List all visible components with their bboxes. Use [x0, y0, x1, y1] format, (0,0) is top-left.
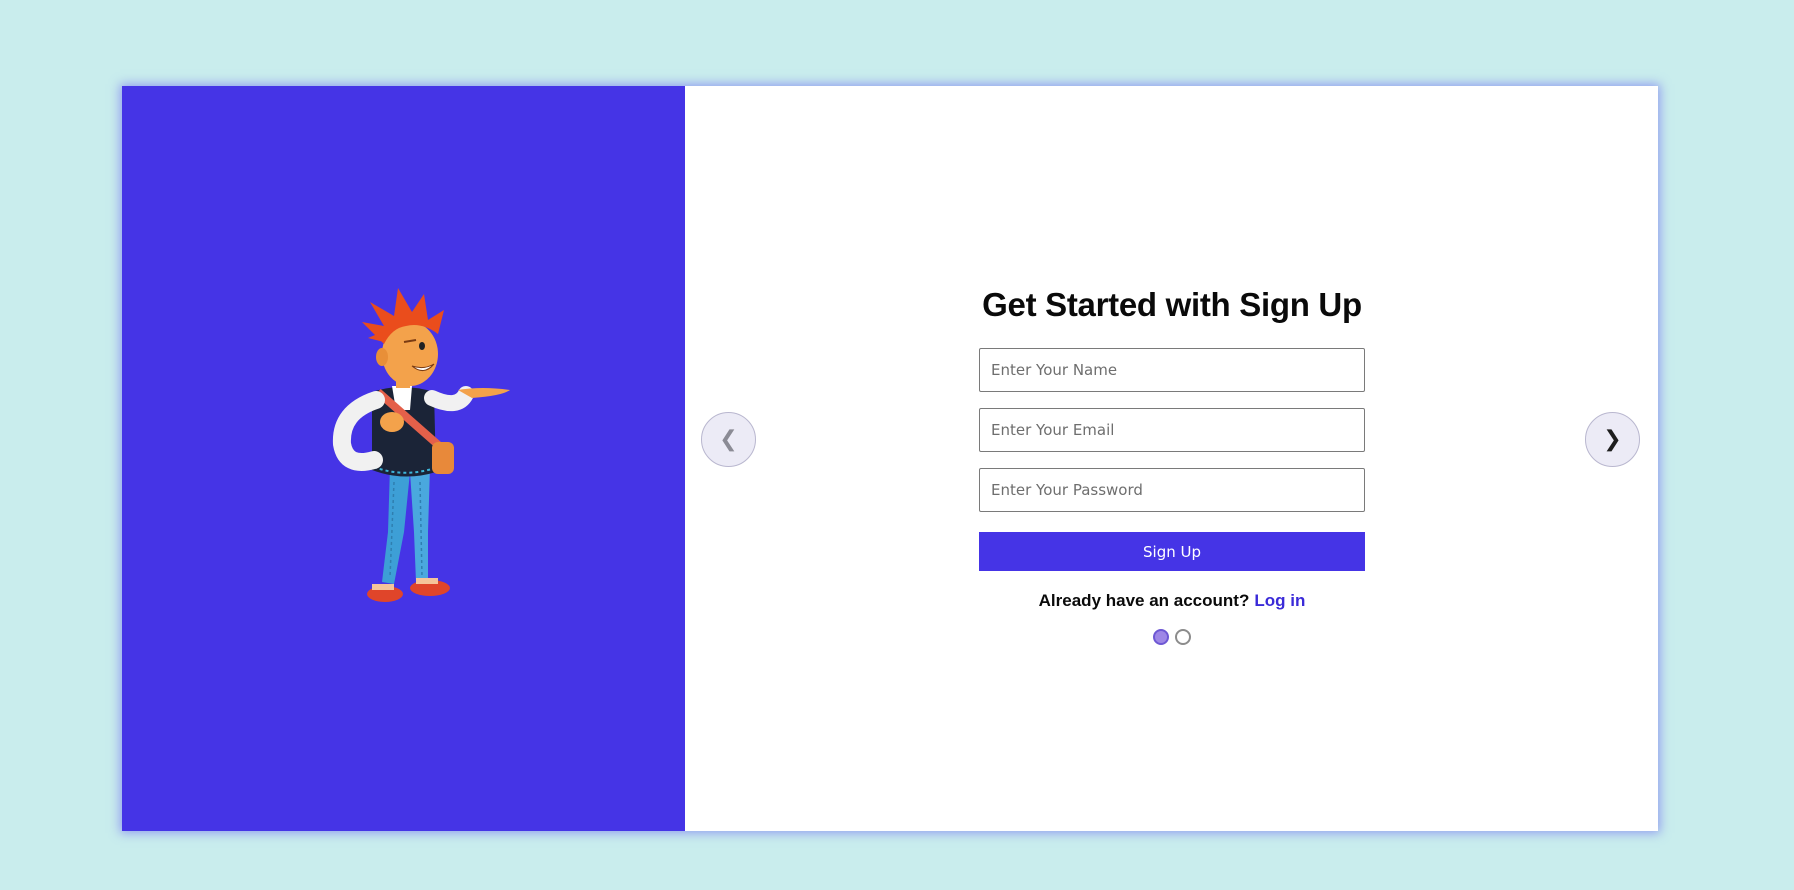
login-prompt-text: Already have an account? [1038, 591, 1250, 610]
page-title: Get Started with Sign Up [982, 286, 1362, 323]
password-input[interactable] [979, 468, 1365, 512]
carousel-indicators [979, 629, 1365, 645]
email-input[interactable] [979, 408, 1365, 452]
carousel-dot-1[interactable] [1153, 629, 1169, 645]
carousel-dot-2[interactable] [1175, 629, 1191, 645]
chevron-right-icon: ❯ [1603, 427, 1622, 452]
login-prompt-row: Already have an account? Log in [979, 591, 1365, 611]
carousel-next-button[interactable]: ❯ [1585, 412, 1640, 467]
name-input[interactable] [979, 348, 1365, 392]
form-panel: ❮ Get Started with Sign Up Sign Up Alrea… [685, 86, 1658, 831]
login-link[interactable]: Log in [1254, 591, 1305, 610]
signup-form: Get Started with Sign Up Sign Up Already… [979, 286, 1365, 645]
carousel-prev-button[interactable]: ❮ [701, 412, 756, 467]
sign-up-button[interactable]: Sign Up [979, 532, 1365, 571]
chevron-left-icon: ❮ [719, 427, 738, 452]
illustration-panel [122, 86, 685, 831]
signup-card: ❮ Get Started with Sign Up Sign Up Alrea… [122, 86, 1658, 831]
cartoon-character-illustration [332, 288, 510, 602]
